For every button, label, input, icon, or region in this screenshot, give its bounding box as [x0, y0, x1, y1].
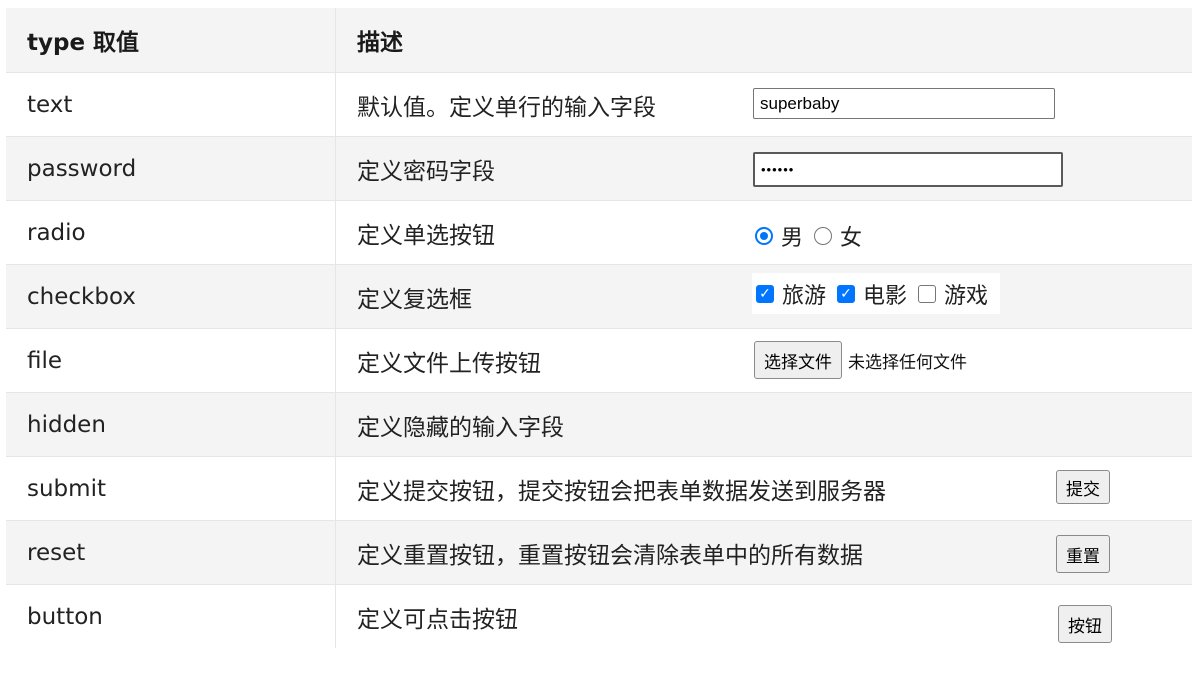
radio-label-female: 女 — [840, 226, 863, 251]
generic-button[interactable]: 按钮 — [1058, 605, 1112, 643]
header-type-column: type 取值 — [27, 30, 140, 56]
row-type-cell: file — [27, 347, 63, 374]
table-row: reset 定义重置按钮，重置按钮会清除表单中的所有数据 重置 — [6, 521, 1192, 585]
column-divider — [335, 201, 336, 264]
password-input[interactable]: •••••• — [753, 152, 1063, 187]
row-description-cell: 默认值。定义单行的输入字段 — [357, 94, 656, 121]
checkbox-movie[interactable]: ✓ — [837, 284, 856, 303]
row-description-cell: 定义复选框 — [357, 286, 472, 313]
column-divider — [335, 521, 336, 584]
row-type-cell: hidden — [27, 411, 106, 438]
row-description-cell: 定义单选按钮 — [357, 222, 495, 249]
header-description-column: 描述 — [357, 30, 403, 56]
row-type-cell: submit — [27, 475, 106, 502]
radio-label-male: 男 — [781, 226, 804, 251]
choose-file-button[interactable]: 选择文件 — [754, 341, 842, 379]
checkbox-label-game: 游戏 — [944, 283, 989, 309]
input-types-table: type 取值 描述 text 默认值。定义单行的输入字段 password 定… — [6, 8, 1192, 648]
reset-button[interactable]: 重置 — [1056, 535, 1110, 573]
column-divider — [335, 73, 336, 136]
checkbox-group: ✓ 旅游 ✓ 电影 游戏 — [752, 273, 1001, 314]
column-divider — [335, 393, 336, 456]
text-input[interactable] — [753, 88, 1055, 119]
file-status-text: 未选择任何文件 — [848, 352, 967, 373]
table-row: radio 定义单选按钮 男 女 — [6, 201, 1192, 265]
table-header-row: type 取值 描述 — [6, 8, 1192, 73]
column-divider — [335, 8, 336, 72]
column-divider — [335, 585, 336, 648]
table-row: hidden 定义隐藏的输入字段 — [6, 393, 1192, 457]
column-divider — [335, 265, 336, 328]
checkbox-label-movie: 电影 — [863, 283, 908, 309]
table-row: password 定义密码字段 •••••• — [6, 137, 1192, 201]
row-description-cell: 定义隐藏的输入字段 — [357, 414, 564, 441]
row-type-cell: reset — [27, 539, 86, 566]
row-description-cell: 定义提交按钮，提交按钮会把表单数据发送到服务器 — [357, 478, 886, 505]
row-type-cell: password — [27, 155, 137, 182]
radio-male[interactable] — [755, 227, 773, 245]
row-description-cell: 定义文件上传按钮 — [357, 350, 541, 377]
checkbox-game[interactable] — [918, 284, 937, 303]
table-row: button 定义可点击按钮 按钮 — [6, 585, 1192, 648]
row-description-cell: 定义密码字段 — [357, 158, 495, 185]
table-row: submit 定义提交按钮，提交按钮会把表单数据发送到服务器 提交 — [6, 457, 1192, 521]
row-type-cell: checkbox — [27, 283, 136, 310]
row-type-cell: button — [27, 603, 103, 630]
table-row: file 定义文件上传按钮 选择文件 未选择任何文件 — [6, 329, 1192, 393]
checkbox-label-travel: 旅游 — [782, 283, 827, 309]
row-type-cell: text — [27, 91, 73, 118]
table-row: text 默认值。定义单行的输入字段 — [6, 73, 1192, 137]
column-divider — [335, 457, 336, 520]
row-type-cell: radio — [27, 219, 86, 246]
table-row: checkbox 定义复选框 ✓ 旅游 ✓ 电影 游戏 — [6, 265, 1192, 329]
radio-female[interactable] — [814, 227, 833, 245]
row-description-cell: 定义重置按钮，重置按钮会清除表单中的所有数据 — [357, 542, 863, 569]
column-divider — [335, 137, 336, 200]
column-divider — [335, 329, 336, 392]
checkbox-travel[interactable]: ✓ — [756, 284, 774, 303]
submit-button[interactable]: 提交 — [1056, 470, 1110, 504]
row-description-cell: 定义可点击按钮 — [357, 606, 518, 633]
